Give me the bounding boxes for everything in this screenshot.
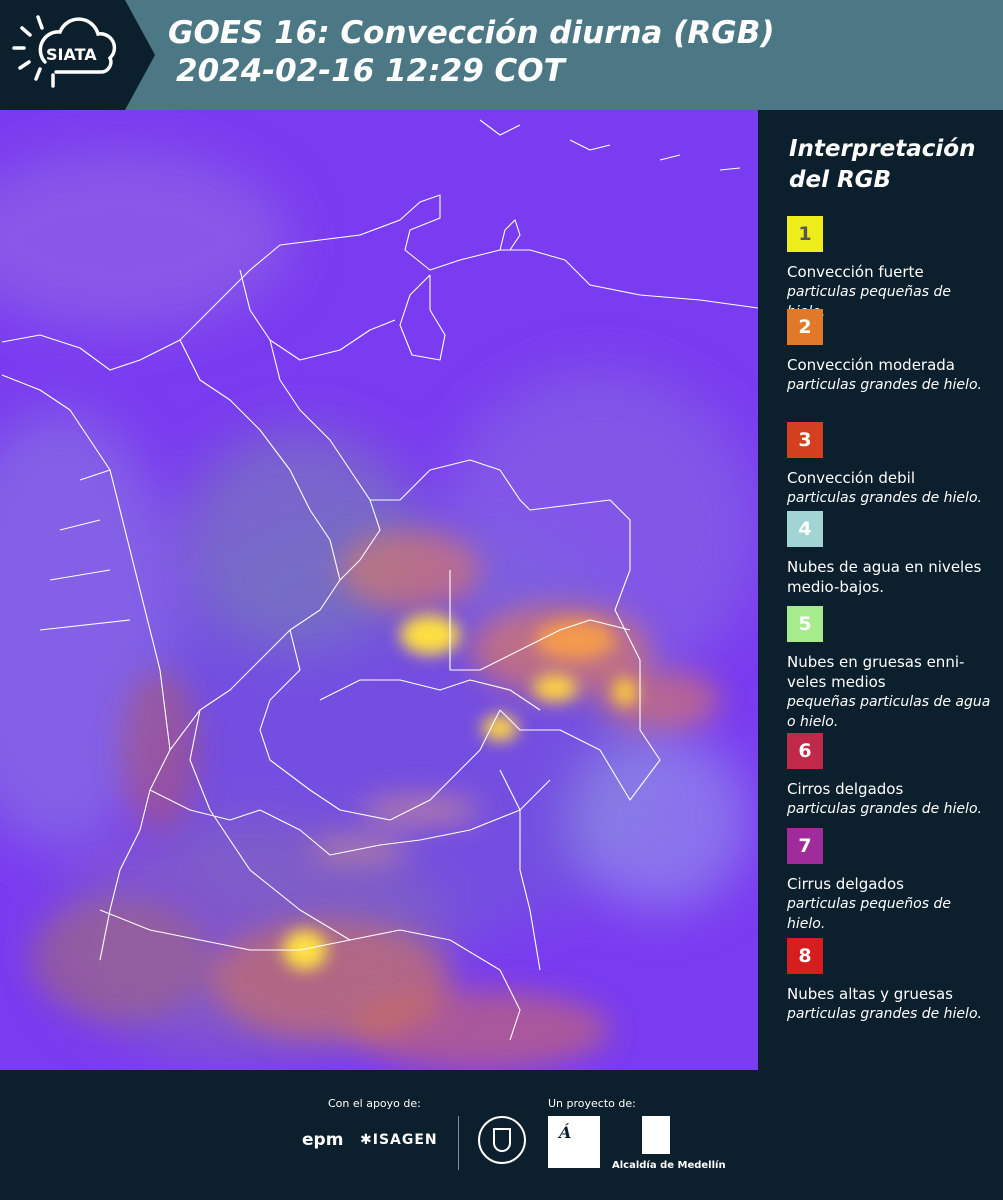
legend-swatch-6: 6	[787, 733, 823, 769]
legend-detail-2: particulas grandes de hielo.	[787, 377, 982, 393]
legend-label-4: Nubes de agua en niveles medio-bajos.	[787, 558, 982, 596]
legend-swatch-8: 8	[787, 938, 823, 974]
page-title: GOES 16: Convección diurna (RGB) 2024-02…	[168, 14, 775, 90]
legend-panel: Interpretación del RGB 1 Convección fuer…	[758, 110, 1003, 1070]
legend-swatch-4: 4	[787, 511, 823, 547]
legend-swatch-3: 3	[787, 422, 823, 458]
legend-label-1: Convección fuerte	[787, 263, 924, 281]
legend-item-7: 7 Cirrus delgados particulas pequeños de…	[787, 828, 992, 934]
isagen-icon: ✱	[360, 1132, 373, 1148]
alcaldia-label: Alcaldía de Medellín	[612, 1160, 726, 1171]
legend-label-8: Nubes altas y gruesas	[787, 985, 953, 1003]
legend-swatch-2: 2	[787, 309, 823, 345]
legend-swatch-5: 5	[787, 606, 823, 642]
legend-label-2: Convección moderada	[787, 356, 955, 374]
legend-item-5: 5 Nubes en gruesas enni-veles medios peq…	[787, 606, 992, 732]
title-line-1: GOES 16: Convección diurna (RGB)	[168, 15, 775, 51]
header-bar: SIATA GOES 16: Convección diurna (RGB) 2…	[0, 0, 1003, 110]
title-line-2: 2024-02-16 12:29 COT	[176, 53, 565, 89]
medellin-seal-icon	[478, 1116, 526, 1164]
legend-detail-6: particulas grandes de hielo.	[787, 801, 982, 817]
legend-item-3: 3 Convección debil particulas grandes de…	[787, 422, 992, 508]
siata-logo: SIATA	[0, 0, 155, 110]
legend-item-2: 2 Convección moderada particulas grandes…	[787, 309, 992, 395]
legend-detail-5: pequeñas particulas de agua o hielo.	[787, 694, 991, 730]
footer-divider	[458, 1116, 459, 1170]
satellite-map	[0, 110, 758, 1070]
legend-label-7: Cirrus delgados	[787, 875, 904, 893]
legend-item-8: 8 Nubes altas y gruesas particulas grand…	[787, 938, 992, 1024]
legend-title: Interpretación del RGB	[789, 136, 976, 193]
legend-item-1: 1 Convección fuerte particulas pequeñas …	[787, 216, 992, 322]
isagen-logo-text: ISAGEN	[372, 1132, 438, 1148]
legend-label-6: Cirros delgados	[787, 780, 904, 798]
footer: Con el apoyo de: Un proyecto de: epm ✱IS…	[0, 1070, 1003, 1200]
legend-swatch-7: 7	[787, 828, 823, 864]
epm-logo: epm	[302, 1130, 344, 1150]
project-label: Un proyecto de:	[548, 1097, 636, 1110]
legend-label-3: Convección debil	[787, 469, 915, 487]
legend-item-6: 6 Cirros delgados particulas grandes de …	[787, 733, 992, 819]
legend-detail-3: particulas grandes de hielo.	[787, 490, 982, 506]
legend-detail-7: particulas pequeños de hielo.	[787, 896, 951, 932]
isagen-logo: ✱ISAGEN	[360, 1132, 438, 1148]
logo-text: SIATA	[46, 45, 97, 64]
alcaldia-medellin-logo	[642, 1116, 670, 1154]
legend-swatch-1: 1	[787, 216, 823, 252]
support-label: Con el apoyo de:	[328, 1097, 421, 1110]
legend-label-5: Nubes en gruesas enni-veles medios	[787, 653, 965, 691]
area-metropolitana-logo: Á	[548, 1116, 600, 1168]
legend-detail-8: particulas grandes de hielo.	[787, 1006, 982, 1022]
legend-item-4: 4 Nubes de agua en niveles medio-bajos.	[787, 511, 992, 597]
